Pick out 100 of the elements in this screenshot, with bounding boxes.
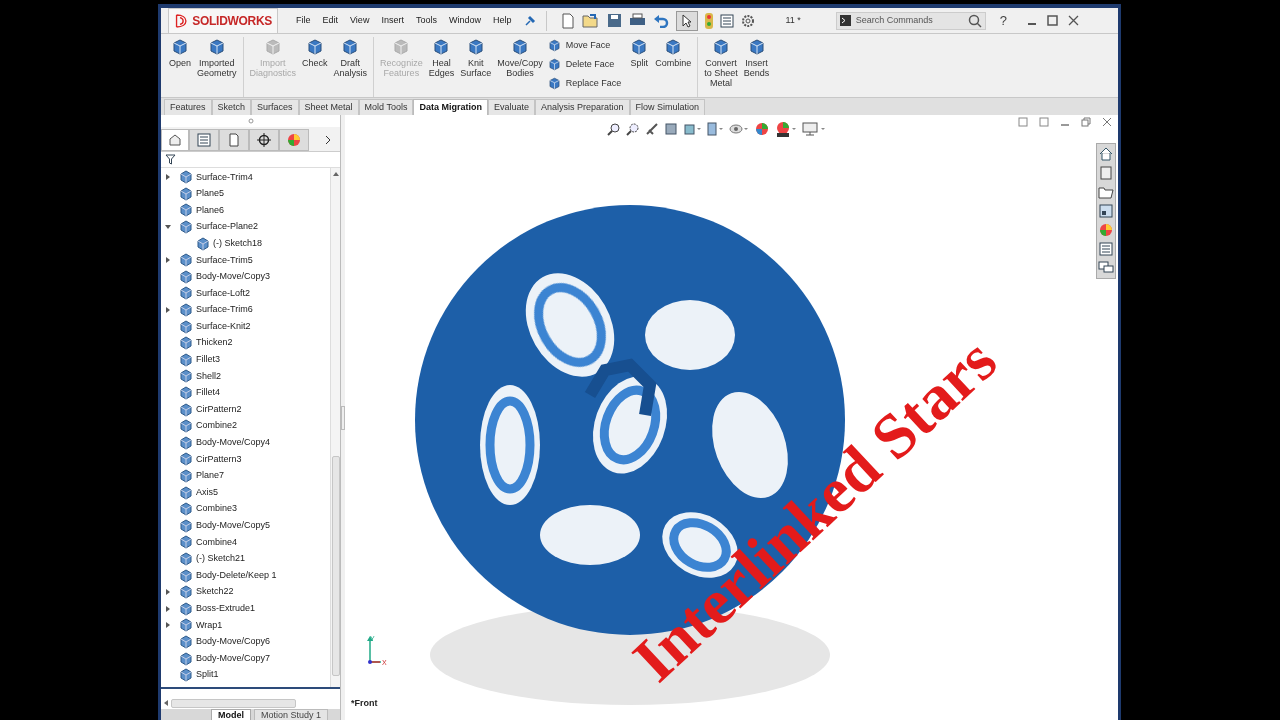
tree-item[interactable]: Sketch22 (196, 585, 234, 599)
tree-item[interactable]: Body-Move/Copy4 (196, 436, 271, 450)
zoom-area-icon[interactable] (626, 122, 640, 136)
tree-item[interactable]: Body-Delete/Keep 1 (196, 568, 277, 583)
tree-item[interactable]: Surface-Plane2 (196, 220, 259, 234)
undo-icon[interactable] (653, 13, 670, 28)
chevron-right-icon[interactable] (325, 135, 331, 145)
tree-item[interactable]: Thicken2 (196, 336, 233, 350)
ribbon-button[interactable]: Knit Surface (458, 37, 494, 78)
ribbon-button[interactable]: Open (167, 37, 194, 68)
filter-icon[interactable] (165, 154, 176, 165)
scroll-left-icon[interactable] (164, 700, 168, 706)
ribbon-tab[interactable]: Mold Tools (358, 99, 414, 115)
tree-item[interactable]: Surface-Knit2 (196, 319, 251, 334)
open-folder-icon[interactable] (582, 12, 601, 29)
list-icon[interactable] (720, 13, 735, 28)
tree-item[interactable]: Fillet3 (196, 353, 220, 367)
ribbon-button[interactable]: Check (300, 37, 330, 68)
bottom-tab[interactable]: Motion Study 1 (254, 709, 329, 720)
chat-icon[interactable] (1098, 260, 1114, 276)
tree-item[interactable]: Shell2 (196, 369, 222, 384)
window-tile-icon[interactable] (1039, 117, 1049, 127)
tree-item[interactable]: Wrap1 (196, 618, 223, 633)
display-style-icon[interactable] (706, 122, 724, 136)
expand-arrow-icon[interactable] (165, 307, 171, 314)
scrollbar-thumb[interactable] (171, 698, 296, 708)
tree-item[interactable]: CirPattern2 (196, 402, 242, 417)
ribbon-tab[interactable]: Features (164, 99, 212, 115)
ribbon-button[interactable]: Delete Face (546, 56, 626, 73)
ribbon-button[interactable]: Insert Bends (741, 37, 772, 78)
tree-item[interactable]: Body-Move/Copy6 (196, 635, 271, 649)
tree-item[interactable]: Surface-Trim4 (196, 170, 253, 185)
tree-item[interactable]: Surface-Loft2 (196, 286, 251, 301)
tree-item[interactable]: (-) Sketch21 (196, 552, 246, 566)
ribbon-tab[interactable]: Sheet Metal (298, 99, 359, 115)
eye-icon[interactable] (729, 122, 749, 136)
menu-item[interactable]: Help (487, 13, 517, 28)
ribbon-tab[interactable]: Analysis Preparation (535, 99, 630, 115)
ribbon-tab[interactable]: Sketch (211, 99, 252, 115)
search-field[interactable]: Search Commands (855, 13, 963, 28)
tree-item[interactable]: Surface-Trim5 (196, 253, 253, 267)
tree-item[interactable]: Plane6 (196, 203, 225, 218)
color-ball-icon[interactable] (1098, 222, 1114, 238)
handle-icon[interactable] (247, 118, 254, 124)
scrollbar-thumb[interactable] (331, 456, 340, 676)
menu-item[interactable]: Insert (376, 13, 409, 28)
tree-item[interactable]: Body-Move/Copy3 (196, 270, 271, 284)
tree-item[interactable]: (-) Sketch18 (213, 236, 263, 251)
ribbon-button[interactable]: Replace Face (546, 75, 626, 92)
tree-item[interactable]: Split1 (196, 668, 219, 682)
menu-item[interactable]: File (291, 13, 316, 28)
ribbon-button[interactable]: Move/Copy Bodies (495, 37, 545, 78)
menu-item[interactable]: Window (443, 13, 486, 28)
section-view-icon[interactable] (664, 122, 678, 136)
tree-item[interactable]: Combine4 (196, 535, 238, 550)
appearance-icon[interactable] (754, 121, 770, 137)
expand-arrow-icon[interactable] (165, 589, 171, 596)
expand-arrow-icon[interactable] (165, 605, 171, 612)
maximize-icon[interactable] (1047, 15, 1059, 26)
folder-icon[interactable] (1098, 184, 1114, 200)
close-icon[interactable] (1068, 15, 1080, 26)
expand-arrow-icon[interactable] (165, 622, 171, 629)
scroll-up-icon[interactable] (332, 172, 339, 176)
tree-item[interactable]: Plane7 (196, 469, 225, 483)
tree-item[interactable]: Combine3 (196, 502, 238, 516)
menu-item[interactable]: Tools (410, 13, 442, 28)
home-icon[interactable] (1098, 146, 1114, 162)
collapse-arrow-icon[interactable] (165, 224, 171, 231)
settings-icon[interactable] (741, 13, 756, 28)
view-palette-icon[interactable] (1098, 203, 1114, 219)
traffic-light-icon[interactable] (705, 12, 714, 29)
ribbon-button[interactable]: Move Face (546, 37, 626, 54)
new-document-icon[interactable] (561, 12, 576, 29)
restore-icon[interactable] (1081, 117, 1091, 127)
ribbon-tab[interactable]: Data Migration (413, 99, 488, 115)
help-button[interactable]: ? (999, 10, 1008, 31)
ribbon-button[interactable]: Draft Analysis (331, 37, 370, 78)
menu-item[interactable]: Edit (317, 13, 344, 28)
tree-item[interactable]: CirPattern3 (196, 452, 242, 467)
vertical-scrollbar[interactable] (330, 168, 340, 687)
ribbon-tab[interactable]: Evaluate (488, 99, 535, 115)
tree-item[interactable]: Fillet4 (196, 386, 220, 400)
ribbon-button[interactable]: Convert to Sheet Metal (702, 37, 740, 88)
print-icon[interactable] (629, 13, 647, 28)
tree-item[interactable]: Axis5 (196, 485, 218, 500)
tree-item[interactable]: Body-Move/Copy5 (196, 519, 271, 533)
ribbon-tab[interactable]: Surfaces (251, 99, 299, 115)
tree-item[interactable]: Combine2 (196, 419, 238, 433)
monitor-icon[interactable] (802, 122, 826, 136)
ribbon-button[interactable]: Heal Edges (426, 37, 457, 78)
close-icon[interactable] (1102, 117, 1112, 127)
dimxpert-tab[interactable] (249, 129, 279, 151)
scene-icon[interactable] (775, 121, 797, 137)
expand-arrow-icon[interactable] (165, 174, 171, 181)
zoom-icon[interactable] (607, 122, 621, 136)
tree-item[interactable]: Surface-Trim6 (196, 303, 253, 317)
search-bar[interactable]: Search Commands (835, 11, 986, 30)
window-tile-icon[interactable] (1018, 117, 1028, 127)
tree-item[interactable]: Boss-Extrude1 (196, 602, 256, 616)
ribbon-button[interactable]: Combine (653, 37, 694, 68)
